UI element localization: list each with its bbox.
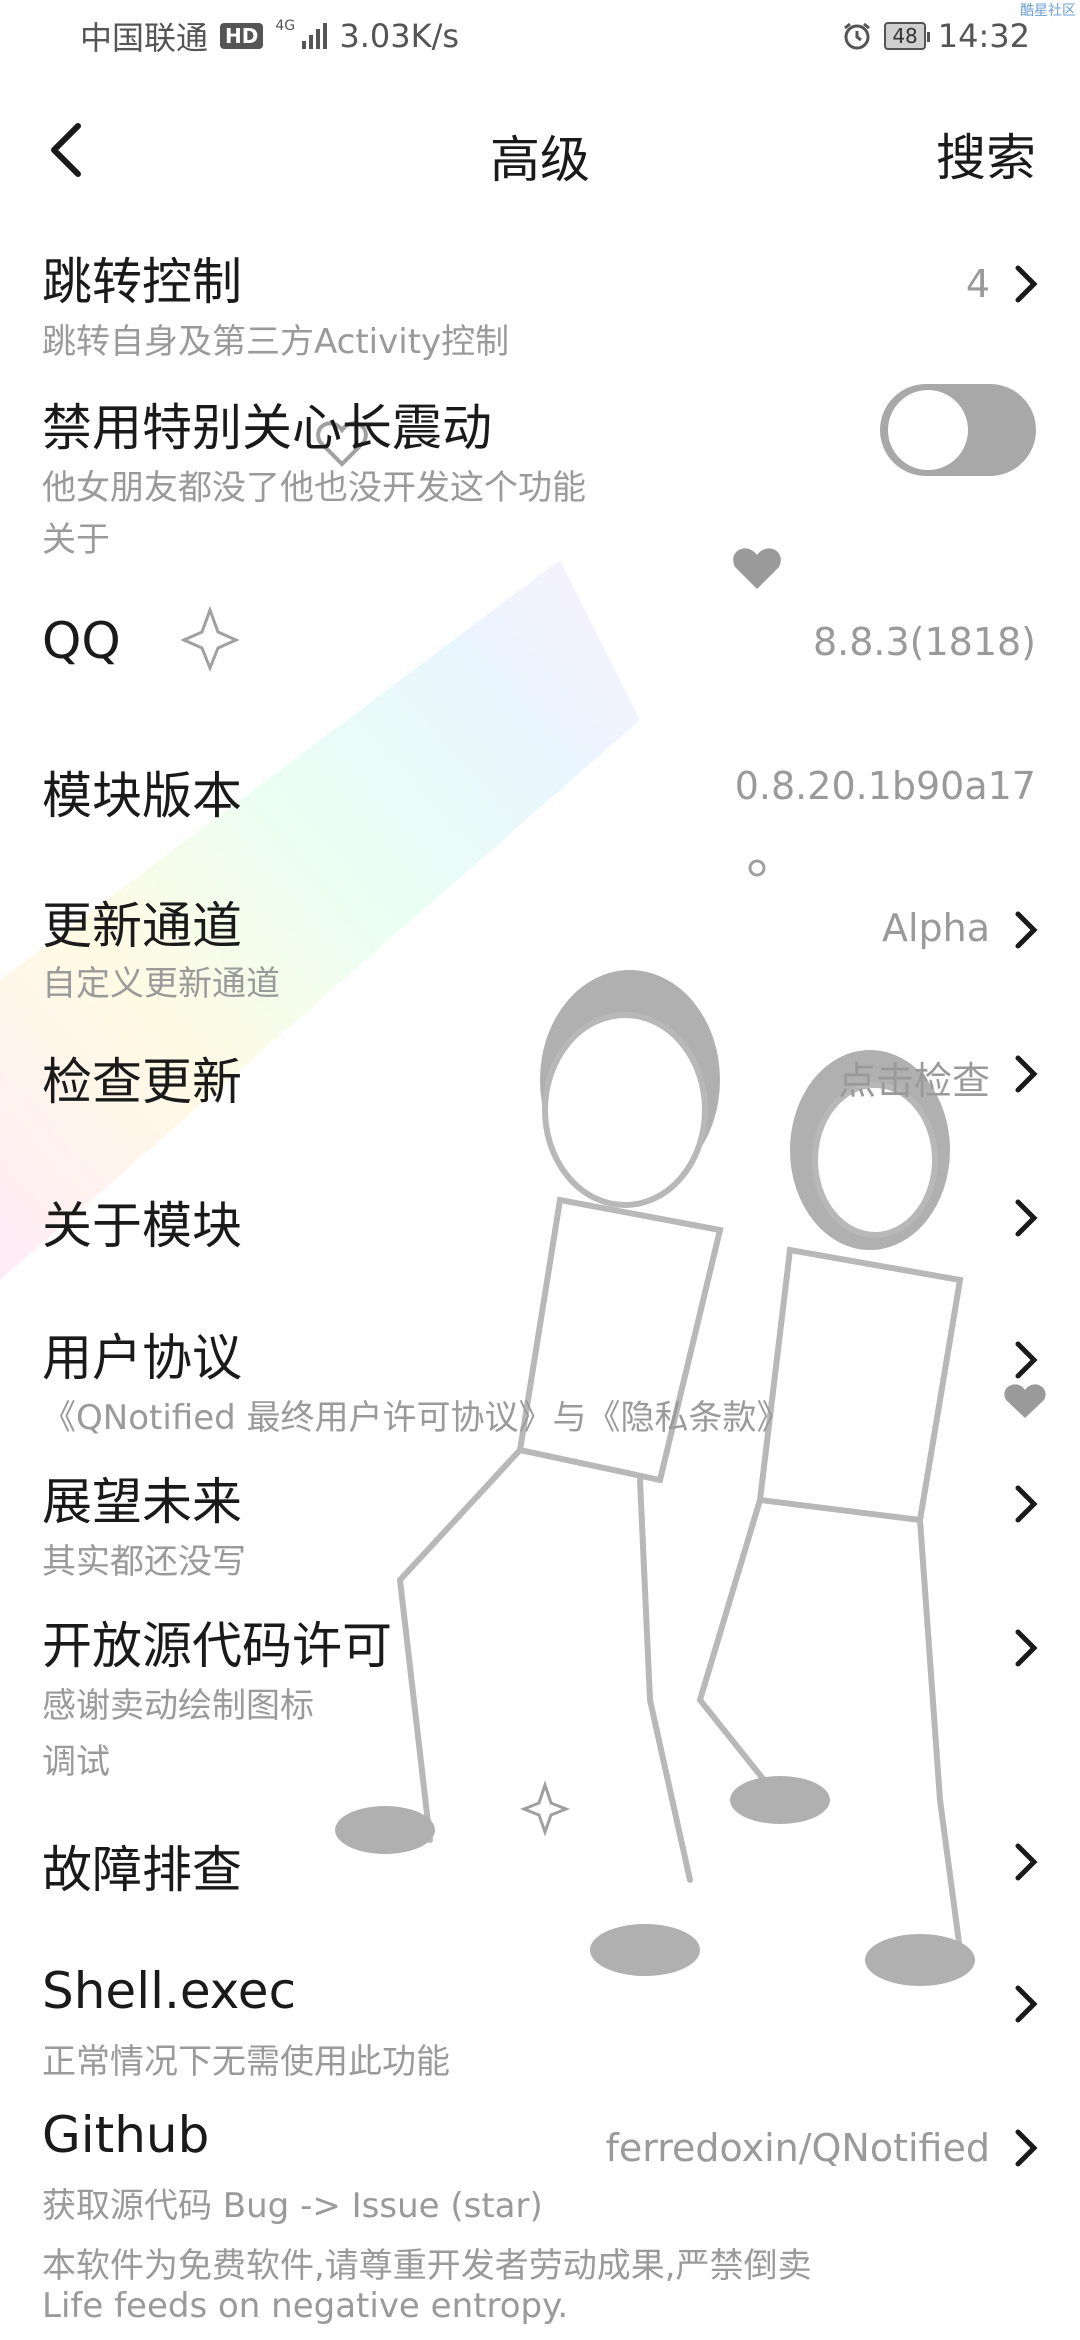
item-value: 0.8.20.1b90a17 bbox=[734, 764, 1036, 808]
section-label: 调试 bbox=[42, 1742, 110, 1782]
chevron-right-icon bbox=[1015, 2129, 1038, 2167]
item-value: ferredoxin/QNotified bbox=[605, 2126, 991, 2170]
settings-item-disable-vibration: 禁用特别关心长震动 他女朋友都没了他也没开发这个功能 bbox=[0, 384, 1080, 518]
settings-item-open-source-license[interactable]: 开放源代码许可 感谢卖动绘制图标 bbox=[0, 1606, 1080, 1726]
item-title: 开放源代码许可 bbox=[42, 1617, 392, 1675]
item-title: 检查更新 bbox=[42, 1053, 242, 1111]
settings-item-jump-control[interactable]: 跳转控制 跳转自身及第三方Activity控制 4 bbox=[0, 242, 1080, 372]
item-title: 更新通道 bbox=[42, 897, 242, 955]
item-title: 关于模块 bbox=[42, 1197, 242, 1255]
footer-motto: Life feeds on negative entropy. bbox=[42, 2286, 569, 2326]
item-title: Github bbox=[42, 2106, 210, 2164]
toggle-knob bbox=[888, 390, 968, 470]
section-header-debug: 调试 bbox=[0, 1734, 1080, 1784]
item-title: 用户协议 bbox=[42, 1329, 242, 1387]
item-subtitle: 他女朋友都没了他也没开发这个功能 bbox=[42, 468, 586, 508]
item-subtitle: 自定义更新通道 bbox=[42, 964, 280, 1004]
chevron-right-icon bbox=[1015, 1843, 1038, 1881]
item-title: 故障排查 bbox=[42, 1841, 242, 1899]
item-value: 8.8.3(1818) bbox=[812, 620, 1036, 664]
settings-item-update-channel[interactable]: 更新通道 自定义更新通道 Alpha bbox=[0, 886, 1080, 1006]
page-title: 高级 bbox=[490, 131, 590, 189]
watermark: 酷星社区 bbox=[1020, 3, 1076, 19]
item-value: 4 bbox=[965, 262, 990, 306]
item-value: 点击检查 bbox=[837, 1059, 990, 1103]
item-title: 模块版本 bbox=[42, 767, 242, 825]
clock: 14:32 bbox=[937, 17, 1030, 55]
item-subtitle: 其实都还没写 bbox=[42, 1542, 246, 1582]
section-header-about: 关于 bbox=[0, 512, 1080, 562]
settings-item-user-agreement[interactable]: 用户协议 《QNotified 最终用户许可协议》与《隐私条款》 bbox=[0, 1318, 1080, 1438]
item-title: Shell.exec bbox=[42, 1962, 297, 2020]
chevron-right-icon bbox=[1015, 1341, 1038, 1379]
app-bar: 高级 搜索 bbox=[0, 100, 1080, 200]
battery-icon: 48 bbox=[884, 22, 931, 50]
settings-item-shell-exec[interactable]: Shell.exec 正常情况下无需使用此功能 bbox=[0, 1962, 1080, 2082]
item-subtitle: 《QNotified 最终用户许可协议》与《隐私条款》 bbox=[42, 1398, 791, 1438]
settings-item-module-version[interactable]: 模块版本 0.8.20.1b90a17 bbox=[0, 756, 1080, 826]
item-value: Alpha bbox=[881, 906, 990, 950]
chevron-right-icon bbox=[1015, 1985, 1038, 2023]
signal-icon: 4G bbox=[275, 18, 328, 51]
chevron-right-icon bbox=[1015, 265, 1038, 303]
settings-item-qq-version[interactable]: QQ 8.8.3(1818) bbox=[0, 612, 1080, 682]
settings-screen: 中国联通 HD 4G 3.03K/s 48 14:32 酷星社区 高级 搜索 跳… bbox=[0, 0, 1080, 2340]
hd-badge: HD bbox=[220, 23, 264, 49]
network-speed: 3.03K/s bbox=[339, 17, 460, 55]
footer-notice: 本软件为免费软件,请尊重开发者劳动成果,严禁倒卖 bbox=[42, 2246, 812, 2286]
settings-item-github[interactable]: Github 获取源代码 Bug -> Issue (star) ferredo… bbox=[0, 2106, 1080, 2226]
item-subtitle: 跳转自身及第三方Activity控制 bbox=[42, 322, 510, 362]
carrier-name: 中国联通 bbox=[80, 19, 209, 57]
item-subtitle: 正常情况下无需使用此功能 bbox=[42, 2042, 450, 2082]
item-title: 展望未来 bbox=[42, 1473, 242, 1531]
search-button[interactable]: 搜索 bbox=[936, 118, 1036, 190]
item-title: 跳转控制 bbox=[42, 253, 242, 311]
item-subtitle: 获取源代码 Bug -> Issue (star) bbox=[42, 2186, 543, 2226]
section-label: 关于 bbox=[42, 520, 110, 560]
chevron-right-icon bbox=[1015, 1199, 1038, 1237]
network-type: 4G bbox=[275, 18, 296, 34]
alarm-icon bbox=[844, 22, 871, 50]
item-title: QQ bbox=[42, 612, 121, 670]
status-bar: 中国联通 HD 4G 3.03K/s 48 14:32 酷星社区 bbox=[0, 0, 1080, 72]
item-title: 禁用特别关心长震动 bbox=[42, 399, 492, 457]
item-subtitle: 感谢卖动绘制图标 bbox=[42, 1686, 314, 1726]
settings-item-future[interactable]: 展望未来 其实都还没写 bbox=[0, 1462, 1080, 1582]
settings-item-about-module[interactable]: 关于模块 bbox=[0, 1186, 1080, 1256]
chevron-right-icon bbox=[1015, 911, 1038, 949]
chevron-right-icon bbox=[1015, 1485, 1038, 1523]
settings-item-troubleshoot[interactable]: 故障排查 bbox=[0, 1830, 1080, 1900]
settings-item-check-update[interactable]: 检查更新 点击检查 bbox=[0, 1042, 1080, 1112]
chevron-right-icon bbox=[1015, 1055, 1038, 1093]
chevron-right-icon bbox=[1015, 1629, 1038, 1667]
vibration-toggle-switch[interactable] bbox=[880, 384, 1036, 476]
